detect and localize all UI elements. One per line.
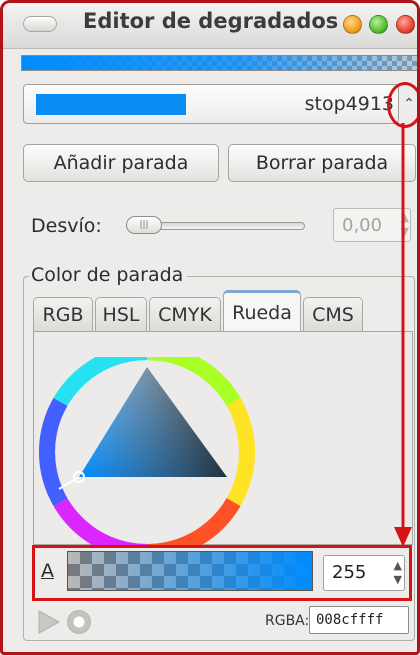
spin-arrows-icon[interactable]: ▲ ▼ bbox=[394, 559, 402, 587]
highlight-circle bbox=[387, 82, 417, 128]
offset-label: Desvío: bbox=[31, 215, 102, 237]
alpha-label: A bbox=[41, 560, 54, 582]
annotation-arrow bbox=[394, 123, 412, 547]
tab-hsl[interactable]: HSL bbox=[95, 297, 147, 331]
color-wheel[interactable] bbox=[39, 357, 259, 547]
color-managed-icon bbox=[67, 610, 91, 634]
stop-color-title: Color de parada bbox=[29, 264, 188, 286]
minimize-icon[interactable] bbox=[343, 15, 362, 34]
gradient-preview bbox=[21, 55, 417, 71]
alpha-spinbox[interactable]: 255 ▲ ▼ bbox=[323, 555, 405, 591]
tab-cms[interactable]: CMS bbox=[303, 297, 363, 331]
tab-rgb[interactable]: RGB bbox=[33, 297, 93, 331]
window-title: Editor de degradados bbox=[83, 9, 339, 33]
offset-slider-thumb[interactable]: ||| bbox=[126, 216, 162, 234]
tab-rueda[interactable]: Rueda bbox=[223, 290, 301, 332]
out-of-gamut-icon bbox=[38, 610, 61, 634]
window-menu-icon[interactable] bbox=[23, 16, 57, 32]
alpha-value: 255 bbox=[332, 562, 367, 583]
add-stop-button[interactable]: Añadir parada bbox=[23, 144, 219, 182]
stop-name: stop4913 bbox=[304, 93, 394, 115]
offset-value: 0,00 bbox=[342, 215, 383, 236]
close-icon[interactable] bbox=[396, 15, 415, 34]
rgba-label: RGBA: bbox=[265, 613, 310, 629]
stop-color-swatch bbox=[36, 94, 186, 115]
stop-selector[interactable]: stop4913 bbox=[23, 84, 399, 124]
gradient-editor-window: Editor de degradados stop4913 ⌃ Añadir p… bbox=[0, 0, 420, 655]
title-bar: Editor de degradados bbox=[3, 3, 417, 49]
tab-cmyk[interactable]: CMYK bbox=[149, 297, 221, 331]
alpha-slider[interactable] bbox=[67, 551, 313, 591]
delete-stop-button[interactable]: Borrar parada bbox=[228, 144, 416, 182]
maximize-icon[interactable] bbox=[369, 15, 388, 34]
rgba-input[interactable]: 008cffff bbox=[309, 606, 409, 634]
